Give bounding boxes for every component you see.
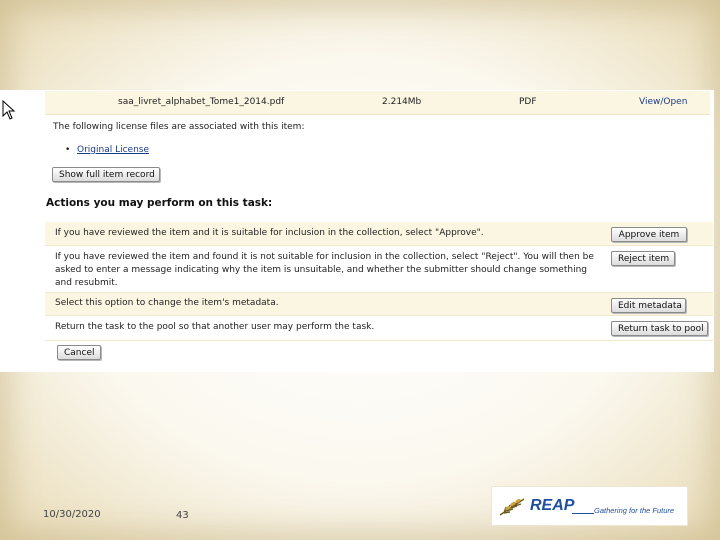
file-format: PDF: [519, 97, 537, 107]
file-name: saa_livret_alphabet_Tome1_2014.pdf: [118, 97, 285, 107]
license-bullet: •: [65, 145, 71, 155]
mouse-pointer-icon: [2, 100, 16, 120]
original-license-link[interactable]: Original License: [77, 145, 149, 155]
wheat-icon: [499, 498, 525, 516]
edit-metadata-button[interactable]: Edit metadata: [611, 298, 686, 313]
return-task-to-pool-button[interactable]: Return task to pool: [611, 321, 708, 336]
cancel-button[interactable]: Cancel: [57, 345, 101, 360]
view-open-link[interactable]: View/Open: [639, 97, 687, 107]
approve-item-button[interactable]: Approve item: [611, 227, 687, 242]
reap-logo: REAP Gathering for the Future: [491, 486, 688, 526]
file-row: saa_livret_alphabet_Tome1_2014.pdf 2.214…: [45, 91, 710, 115]
logo-tagline: Gathering for the Future: [594, 506, 675, 515]
task-description: Return the task to the pool so that anot…: [55, 322, 375, 332]
show-full-record-button[interactable]: Show full item record: [52, 167, 160, 182]
logo-wordmark: REAP: [530, 497, 575, 514]
reject-item-button[interactable]: Reject item: [611, 251, 675, 266]
task-description: Select this option to change the item's …: [55, 298, 279, 308]
logo-rule: [572, 513, 594, 514]
task-description: If you have reviewed the item and it is …: [55, 228, 484, 238]
slide-page-number: 43: [176, 510, 189, 521]
file-size: 2.214Mb: [382, 97, 422, 107]
task-description: If you have reviewed the item and found …: [55, 252, 594, 288]
slide-date: 10/30/2020: [43, 509, 101, 520]
actions-heading: Actions you may perform on this task:: [46, 197, 273, 209]
license-intro: The following license files are associat…: [53, 122, 305, 132]
